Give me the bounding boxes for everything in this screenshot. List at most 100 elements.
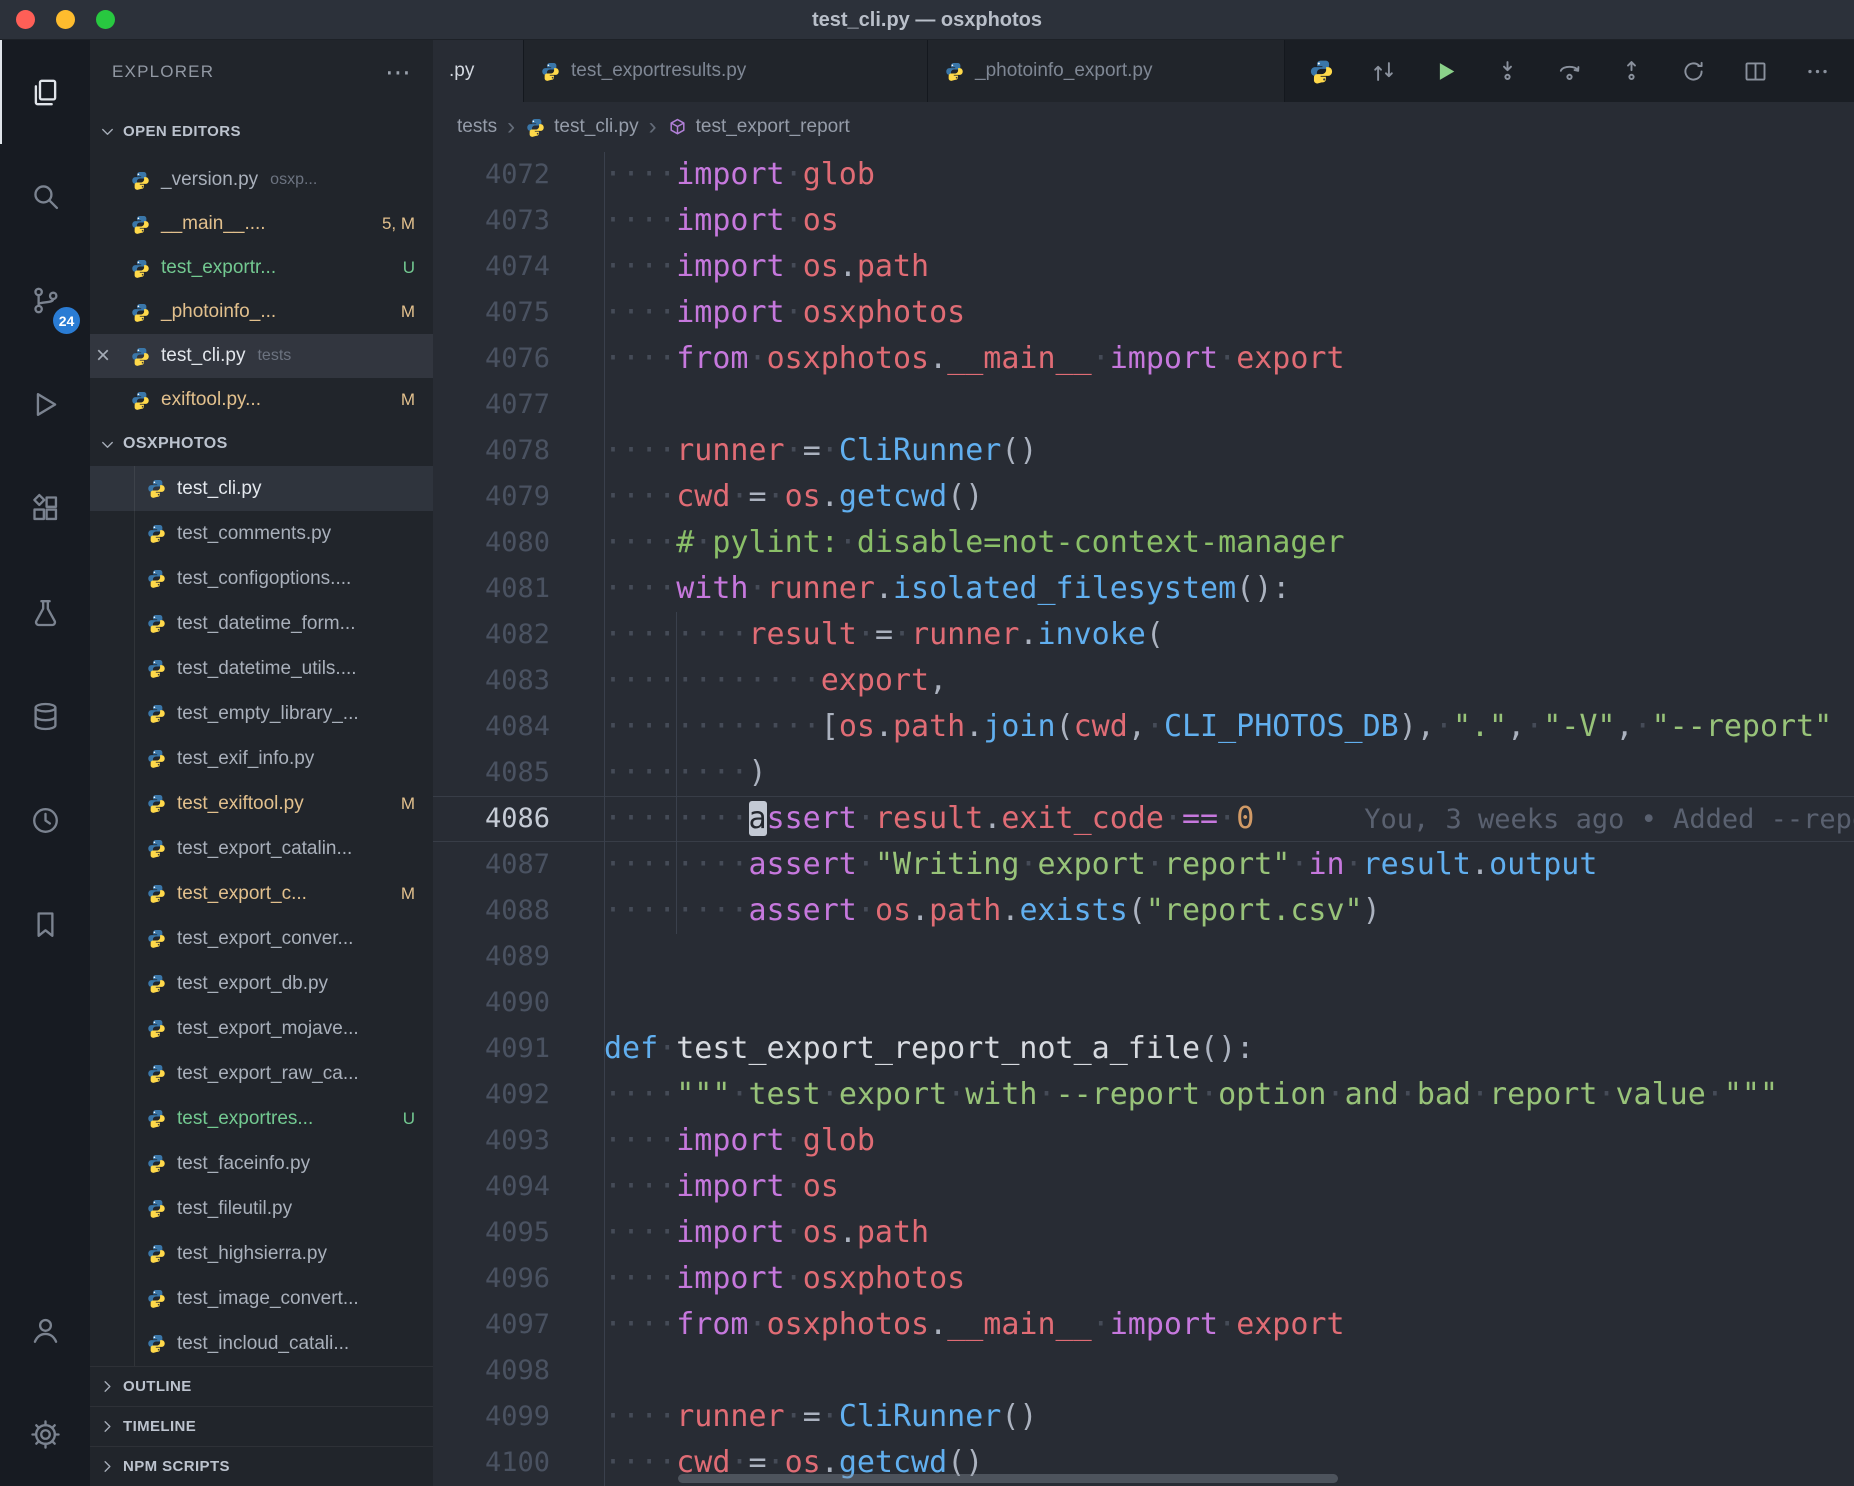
line-number[interactable]: 4086 — [433, 796, 550, 842]
line-number[interactable]: 4081 — [433, 566, 550, 612]
toolbar-run-file-button[interactable] — [1414, 40, 1476, 102]
code-line[interactable]: 4073····import·os — [433, 198, 1854, 244]
line-number[interactable]: 4097 — [433, 1302, 550, 1348]
toolbar-compare-changes-button[interactable] — [1352, 40, 1414, 102]
code-line[interactable]: 4072····import·glob — [433, 152, 1854, 198]
line-number[interactable]: 4095 — [433, 1210, 550, 1256]
line-number[interactable]: 4082 — [433, 612, 550, 658]
line-number[interactable]: 4074 — [433, 244, 550, 290]
section-header-timeline[interactable]: TIMELINE — [90, 1406, 433, 1446]
line-number[interactable]: 4083 — [433, 658, 550, 704]
toolbar-more-actions-button[interactable] — [1786, 40, 1848, 102]
tree-item[interactable]: test_comments.py — [90, 511, 433, 556]
code-line[interactable]: 4090 — [433, 980, 1854, 1026]
activity-database[interactable] — [0, 664, 90, 768]
code-line[interactable]: 4093····import·glob — [433, 1118, 1854, 1164]
open-editor-item[interactable]: _photoinfo_...M — [90, 290, 433, 334]
activity-bookmarks[interactable] — [0, 872, 90, 976]
tree-item[interactable]: test_exif_info.py — [90, 736, 433, 781]
line-number[interactable]: 4092 — [433, 1072, 550, 1118]
activity-testing[interactable] — [0, 560, 90, 664]
open-editor-item[interactable]: test_exportr...U — [90, 246, 433, 290]
tree-item[interactable]: test_image_convert... — [90, 1276, 433, 1321]
code-line[interactable]: 4083············export, — [433, 658, 1854, 704]
code-line[interactable]: 4099····runner·=·CliRunner() — [433, 1394, 1854, 1440]
activity-extensions[interactable] — [0, 456, 90, 560]
editor-tab[interactable]: .py — [433, 40, 524, 102]
line-number[interactable]: 4087 — [433, 842, 550, 888]
zoom-window-button[interactable] — [96, 10, 115, 29]
toolbar-step-into-button[interactable] — [1476, 40, 1538, 102]
section-header-open-editors[interactable]: OPEN EDITORS — [90, 104, 433, 158]
tree-item[interactable]: test_empty_library_... — [90, 691, 433, 736]
tree-item[interactable]: test_export_c...M — [90, 871, 433, 916]
line-number[interactable]: 4096 — [433, 1256, 550, 1302]
code-line[interactable]: 4077 — [433, 382, 1854, 428]
editor-tab[interactable]: test_exportresults.py — [524, 40, 928, 102]
section-header-osxphotos[interactable]: OSXPHOTOS — [90, 422, 433, 466]
code-line[interactable]: 4088········assert·os.path.exists("repor… — [433, 888, 1854, 934]
close-icon[interactable]: × — [96, 342, 130, 370]
tree-item[interactable]: test_highsierra.py — [90, 1231, 433, 1276]
code-line[interactable]: 4075····import·osxphotos — [433, 290, 1854, 336]
code-line[interactable]: 4080····#·pylint:·disable=not-context-ma… — [433, 520, 1854, 566]
tree-item[interactable]: test_cli.py — [90, 466, 433, 511]
tree-item[interactable]: test_export_conver... — [90, 916, 433, 961]
code-line[interactable]: 4078····runner·=·CliRunner() — [433, 428, 1854, 474]
activity-settings[interactable] — [0, 1382, 90, 1486]
line-number[interactable]: 4073 — [433, 198, 550, 244]
code-line[interactable]: 4089 — [433, 934, 1854, 980]
line-number[interactable]: 4094 — [433, 1164, 550, 1210]
activity-accounts[interactable] — [0, 1278, 90, 1382]
code-line[interactable]: 4091def·test_export_report_not_a_file(): — [433, 1026, 1854, 1072]
code-line[interactable]: 4079····cwd·=·os.getcwd() — [433, 474, 1854, 520]
code-line[interactable]: 4082········result·=·runner.invoke( — [433, 612, 1854, 658]
tree-item[interactable]: test_export_raw_ca... — [90, 1051, 433, 1096]
horizontal-scrollbar[interactable] — [678, 1474, 1338, 1483]
code-line[interactable]: 4074····import·os.path — [433, 244, 1854, 290]
activity-history[interactable] — [0, 768, 90, 872]
code-line[interactable]: 4095····import·os.path — [433, 1210, 1854, 1256]
breadcrumb-item[interactable]: tests — [457, 116, 497, 138]
line-number[interactable]: 4091 — [433, 1026, 550, 1072]
line-number[interactable]: 4072 — [433, 152, 550, 198]
line-number[interactable]: 4077 — [433, 382, 550, 428]
tree-item[interactable]: test_datetime_utils.... — [90, 646, 433, 691]
activity-explorer[interactable] — [0, 40, 90, 144]
tree-item[interactable]: test_export_db.py — [90, 961, 433, 1006]
section-header-outline[interactable]: OUTLINE — [90, 1366, 433, 1406]
line-number[interactable]: 4093 — [433, 1118, 550, 1164]
breadcrumb-item[interactable]: test_cli.py — [525, 116, 638, 138]
line-number[interactable]: 4079 — [433, 474, 550, 520]
tree-item[interactable]: test_datetime_form... — [90, 601, 433, 646]
editor-tab[interactable]: _photoinfo_export.py — [928, 40, 1285, 102]
activity-run-and-debug[interactable] — [0, 352, 90, 456]
line-number[interactable]: 4098 — [433, 1348, 550, 1394]
code-line[interactable]: 4087········assert·"Writing·export·repor… — [433, 842, 1854, 888]
tree-item[interactable]: test_export_mojave... — [90, 1006, 433, 1051]
toolbar-restart-button[interactable] — [1662, 40, 1724, 102]
code-line[interactable]: 4084············[os.path.join(cwd,·CLI_P… — [433, 704, 1854, 750]
toolbar-split-editor-button[interactable] — [1724, 40, 1786, 102]
more-actions-icon[interactable]: ⋯ — [385, 57, 411, 88]
line-number[interactable]: 4100 — [433, 1440, 550, 1486]
code-line[interactable]: 4081····with·runner.isolated_filesystem(… — [433, 566, 1854, 612]
line-number[interactable]: 4080 — [433, 520, 550, 566]
minimize-window-button[interactable] — [56, 10, 75, 29]
code-line[interactable]: 4094····import·os — [433, 1164, 1854, 1210]
code-line[interactable]: 4086········assert·result.exit_code·==·0… — [433, 796, 1854, 842]
code-line[interactable]: 4076····from·osxphotos.__main__·import·e… — [433, 336, 1854, 382]
tree-item[interactable]: test_exportres...U — [90, 1096, 433, 1141]
line-number[interactable]: 4078 — [433, 428, 550, 474]
tree-item[interactable]: test_incloud_catali... — [90, 1321, 433, 1366]
code-line[interactable]: 4085········) — [433, 750, 1854, 796]
open-editor-item[interactable]: _version.pyosxp... — [90, 158, 433, 202]
toolbar-step-over-button[interactable] — [1538, 40, 1600, 102]
toolbar-python-button[interactable] — [1290, 40, 1352, 102]
open-editor-item[interactable]: exiftool.py...M — [90, 378, 433, 422]
code-line[interactable]: 4096····import·osxphotos — [433, 1256, 1854, 1302]
tree-item[interactable]: test_exiftool.pyM — [90, 781, 433, 826]
code-line[interactable]: 4097····from·osxphotos.__main__·import·e… — [433, 1302, 1854, 1348]
line-number[interactable]: 4088 — [433, 888, 550, 934]
tree-item[interactable]: test_faceinfo.py — [90, 1141, 433, 1186]
